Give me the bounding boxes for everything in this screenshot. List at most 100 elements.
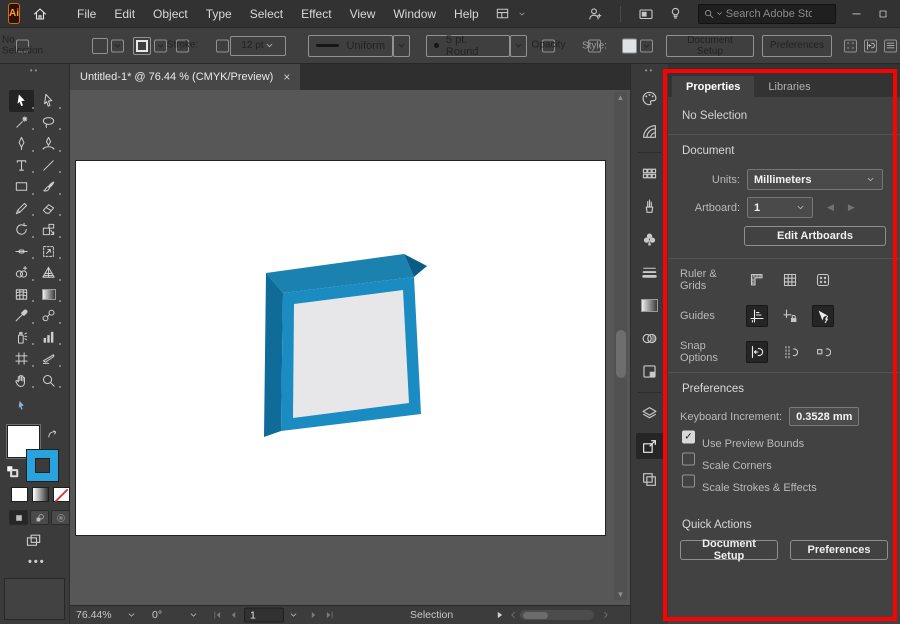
ruler-button[interactable] <box>746 269 768 291</box>
chevron-down-icon[interactable] <box>715 9 724 18</box>
draw-normal-button[interactable] <box>9 510 28 525</box>
color-mode-button[interactable] <box>11 487 28 502</box>
menu-file[interactable]: File <box>68 7 105 21</box>
toolbar-overflow-icon[interactable] <box>16 400 27 411</box>
maximize-button[interactable] <box>870 0 896 27</box>
tab-libraries[interactable]: Libraries <box>754 76 824 97</box>
tool-type[interactable] <box>9 155 34 177</box>
document-setup-button[interactable]: Document Setup <box>666 35 754 57</box>
tool-shape-builder[interactable] <box>9 262 34 284</box>
snap-to-pixel-button[interactable] <box>812 341 834 363</box>
panel-icon-transparency[interactable] <box>636 325 664 351</box>
stock-search-input[interactable] <box>724 7 814 21</box>
previous-artboard-icon[interactable]: ◀ <box>827 202 834 213</box>
last-artboard-icon[interactable] <box>324 610 335 621</box>
home-icon[interactable] <box>32 6 48 22</box>
brush-definition-dropdown[interactable]: 5 pt. Round <box>426 35 510 57</box>
canvas[interactable]: ▲ ▼ <box>70 90 630 605</box>
tool-free-transform[interactable] <box>36 241 61 263</box>
vertical-scrollbar[interactable]: ▲ ▼ <box>614 92 627 600</box>
edit-toolbar-ellipsis[interactable]: ••• <box>28 556 46 568</box>
tool-mesh[interactable] <box>9 284 34 306</box>
document-setup-button[interactable]: Document Setup <box>680 540 778 560</box>
tool-magic-wand[interactable] <box>9 112 34 134</box>
none-mode-button[interactable] <box>53 487 70 502</box>
dock-grip-dots[interactable]: •• <box>631 66 668 75</box>
show-guides-button[interactable] <box>746 305 768 327</box>
preferences-button[interactable]: Preferences <box>762 35 832 57</box>
stroke-color-swatch[interactable] <box>133 37 151 55</box>
vertical-scroll-thumb[interactable] <box>616 330 626 378</box>
tool-hand[interactable] <box>9 370 34 392</box>
panel-icon-graphic-styles[interactable] <box>636 358 664 384</box>
panel-icon-color[interactable] <box>636 85 664 111</box>
share-screen-icon[interactable] <box>638 6 654 22</box>
variable-width-profile-dropdown[interactable]: Uniform <box>308 35 393 57</box>
screen-mode-icon[interactable] <box>25 532 42 549</box>
chevron-down-icon[interactable] <box>517 9 527 19</box>
checkbox-scale-strokes-effects[interactable] <box>682 475 695 488</box>
tool-perspective-grid[interactable] <box>36 262 61 284</box>
chevron-down-icon[interactable] <box>510 35 527 57</box>
menu-type[interactable]: Type <box>197 7 241 21</box>
tool-lasso[interactable] <box>36 112 61 134</box>
chevron-down-icon[interactable] <box>288 610 299 621</box>
horizontal-scrollbar[interactable] <box>520 610 594 620</box>
menu-help[interactable]: Help <box>445 7 488 21</box>
tab-close-icon[interactable]: × <box>283 70 290 84</box>
tool-symbol-sprayer[interactable] <box>9 327 34 349</box>
stroke-weight-dropdown[interactable]: 12 pt <box>230 36 286 56</box>
stock-search-box[interactable] <box>698 4 836 24</box>
tool-paintbrush[interactable] <box>36 176 61 198</box>
previous-artboard-icon[interactable] <box>228 610 239 621</box>
status-expand-icon[interactable] <box>494 610 505 621</box>
default-fill-stroke-icon[interactable] <box>5 464 19 477</box>
tool-pen[interactable] <box>9 133 34 155</box>
panel-icon-symbols[interactable] <box>636 226 664 252</box>
draw-behind-button[interactable] <box>30 510 49 525</box>
close-button[interactable] <box>896 0 900 27</box>
chevron-down-icon[interactable] <box>393 35 410 57</box>
draw-inside-button[interactable] <box>51 510 70 525</box>
tool-scale[interactable] <box>36 219 61 241</box>
tool-eraser[interactable] <box>36 198 61 220</box>
snap-options-icon[interactable] <box>864 39 877 52</box>
panel-icon-stroke[interactable] <box>636 259 664 285</box>
scroll-up-icon[interactable]: ▲ <box>614 93 627 102</box>
smart-guides-button[interactable] <box>812 305 834 327</box>
lock-guides-button[interactable] <box>779 305 801 327</box>
panel-icon-color-guide[interactable] <box>636 118 664 144</box>
tool-blend[interactable] <box>36 305 61 327</box>
first-artboard-icon[interactable] <box>212 610 223 621</box>
stroke-proxy-swatch[interactable] <box>27 450 58 481</box>
gradient-mode-button[interactable] <box>32 487 49 502</box>
rotation-value[interactable]: 0° <box>152 609 162 621</box>
menu-object[interactable]: Object <box>144 7 197 21</box>
menu-window[interactable]: Window <box>384 7 445 21</box>
checkbox-scale-corners[interactable] <box>682 453 695 466</box>
panel-icon-gradient[interactable] <box>636 292 664 318</box>
panel-icon-swatches[interactable] <box>636 160 664 186</box>
tool-direct-selection[interactable] <box>36 90 61 112</box>
chevron-down-icon[interactable] <box>126 610 137 621</box>
tool-curvature[interactable] <box>36 133 61 155</box>
tool-gradient[interactable] <box>36 284 61 306</box>
preferences-button[interactable]: Preferences <box>790 540 888 560</box>
tool-line-segment[interactable] <box>36 155 61 177</box>
opacity-link[interactable]: Opacity <box>542 39 555 52</box>
panel-icon-asset-export[interactable] <box>636 433 664 459</box>
snap-to-point-button[interactable] <box>746 341 768 363</box>
pixel-grid-button[interactable] <box>812 269 834 291</box>
snap-to-grid-button[interactable] <box>779 341 801 363</box>
tool-shaper[interactable] <box>9 198 34 220</box>
tool-rotate[interactable] <box>9 219 34 241</box>
illustrator-app-icon[interactable]: Ai <box>8 3 20 24</box>
discover-lightbulb-icon[interactable] <box>668 6 683 21</box>
next-artboard-icon[interactable] <box>308 610 319 621</box>
tab-properties[interactable]: Properties <box>672 76 754 97</box>
artboard-dropdown[interactable]: 1 <box>747 197 813 218</box>
style-swatch[interactable] <box>622 38 637 53</box>
chevron-down-icon[interactable] <box>111 39 124 52</box>
next-artboard-icon[interactable]: ▶ <box>848 202 855 213</box>
chevron-down-icon[interactable] <box>154 39 167 52</box>
